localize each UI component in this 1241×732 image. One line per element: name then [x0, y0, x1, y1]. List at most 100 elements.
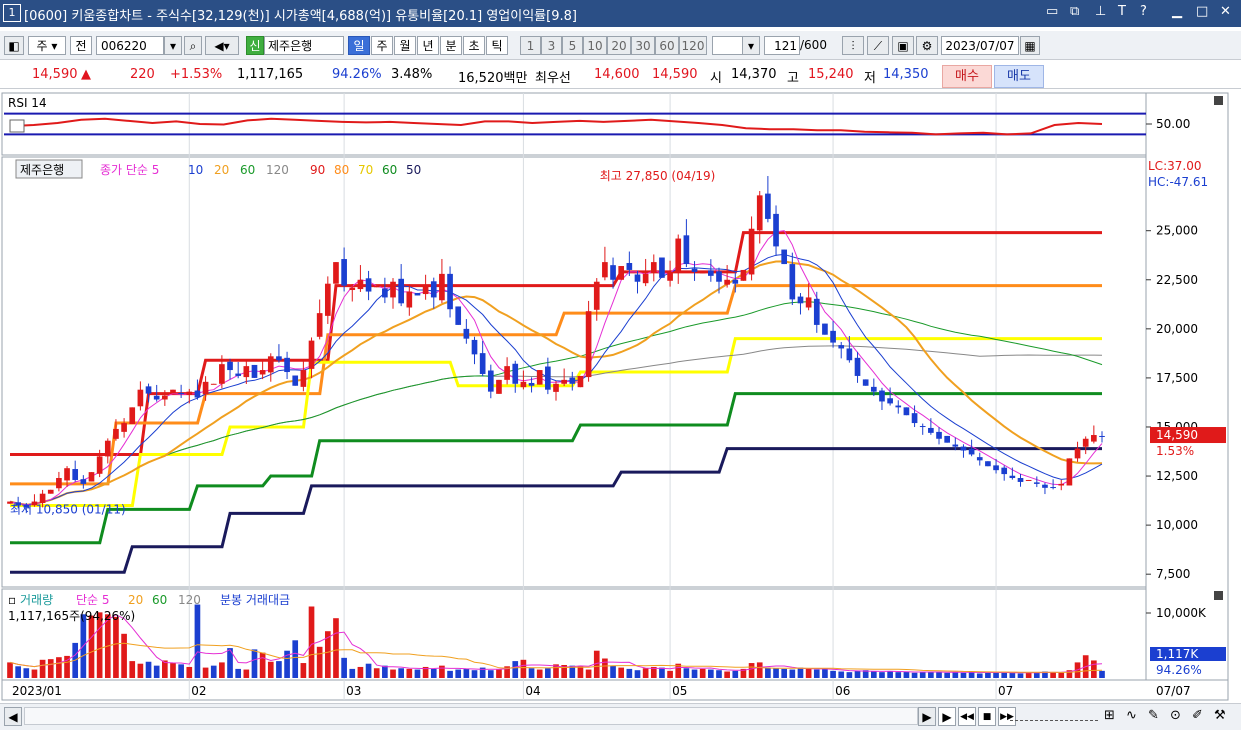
candle-body — [333, 262, 339, 284]
volume-bar — [610, 665, 616, 678]
layout-icon[interactable]: ◧ — [4, 36, 24, 55]
volume-bar — [985, 672, 991, 678]
interval-button-7[interactable]: 120 — [679, 36, 707, 55]
stock-chart[interactable]: 2023/01 02 03 04 05 06 07 07/07 50.00 RSI 14 25,00… — [0, 90, 1241, 702]
buy-button[interactable]: 매수 — [942, 65, 992, 88]
period-tab-4[interactable]: 분 — [440, 36, 462, 55]
date-input[interactable]: 2023/07/07 — [941, 36, 1019, 55]
volume-ratio: 94.26% — [332, 67, 382, 82]
nav-play-button[interactable]: ▶ — [938, 707, 956, 726]
candle-body — [789, 264, 796, 300]
search-icon[interactable]: ⌕ — [184, 36, 202, 55]
period-tab-2[interactable]: 월 — [394, 36, 416, 55]
horizontal-scrollbar[interactable] — [24, 707, 918, 725]
bottom-bar: ◀ ▶ ▶ ◀◀ ■ ▶▶ ⊞ ∿ ✎ ⊙ ✐ ⚒ — [0, 703, 1241, 730]
candle-body — [463, 328, 470, 339]
count-input[interactable]: 121 — [764, 36, 800, 55]
restore-icon[interactable]: ▭ — [1046, 4, 1058, 19]
magnet-icon[interactable]: ⊙ — [1170, 708, 1181, 723]
volume-bar — [626, 668, 633, 678]
chart-area[interactable]: 2023/01 02 03 04 05 06 07 07/07 50.00 RSI 14 25,00… — [0, 90, 1241, 705]
copy-icon[interactable]: ⧉ — [1070, 4, 1079, 19]
nav-stop-button[interactable]: ■ — [978, 707, 996, 726]
volume-bar — [993, 672, 999, 678]
candle-body — [47, 489, 54, 494]
candle-body — [406, 291, 413, 308]
scroll-right-button[interactable]: ▶ — [918, 707, 936, 726]
x-tick-label: 03 — [346, 684, 361, 698]
candle-body — [813, 298, 820, 325]
maximize-icon[interactable]: □ — [1196, 4, 1208, 19]
line-tool-icon[interactable]: ⟋ — [867, 36, 889, 55]
close-icon[interactable]: ✕ — [1220, 4, 1231, 19]
candle-settings-icon[interactable]: ⫶ — [842, 36, 864, 55]
zoom-slider[interactable] — [1010, 710, 1098, 721]
panel-close-icon — [1214, 591, 1223, 600]
volume-bar — [1091, 660, 1097, 678]
calendar-icon[interactable]: ▦ — [1020, 36, 1040, 55]
change-amount: 220 — [130, 67, 155, 82]
window-title-bar: 1 [0600] 키움종합차트 - 주식수[32,129(천)] 시가총액[4,… — [0, 0, 1241, 27]
candle-body — [805, 297, 812, 308]
sell-button[interactable]: 매도 — [994, 65, 1044, 88]
candle-body — [104, 440, 111, 457]
chart-table-icon[interactable]: ⊞ — [1104, 708, 1115, 723]
interval-button-6[interactable]: 60 — [655, 36, 679, 55]
save-icon[interactable]: ▣ — [892, 36, 914, 55]
candle-body — [113, 428, 119, 439]
candle-body — [1033, 482, 1040, 484]
edit-icon[interactable]: ✐ — [1192, 708, 1203, 723]
prev-button[interactable]: 전 — [70, 36, 92, 55]
candle-body — [1009, 475, 1016, 479]
candle-body — [1058, 483, 1065, 486]
interval-dropdown-icon[interactable]: ▾ — [742, 36, 760, 55]
current-volume-label: 1,117K — [1156, 647, 1199, 661]
candle-body — [1025, 479, 1032, 481]
period-tab-1[interactable]: 주 — [371, 36, 393, 55]
period-tab-6[interactable]: 틱 — [486, 36, 508, 55]
volume-bar — [15, 666, 21, 678]
stock-code-input[interactable]: 006220 — [96, 36, 164, 55]
indicator-icon[interactable]: ∿ — [1126, 708, 1137, 723]
help-icon[interactable]: ? — [1140, 4, 1147, 19]
candle-body — [186, 391, 193, 395]
volume-bar — [463, 668, 470, 678]
code-dropdown-icon[interactable]: ▾ — [164, 36, 182, 55]
candle-body — [838, 345, 845, 349]
scroll-left-button[interactable]: ◀ — [4, 707, 22, 726]
period-tab-5[interactable]: 초 — [463, 36, 485, 55]
drawing-icon[interactable]: ✎ — [1148, 708, 1159, 723]
interval-button-1[interactable]: 3 — [541, 36, 562, 55]
legend-ma-60: 60 — [240, 163, 255, 177]
candle-body — [610, 265, 616, 280]
nav-first-button[interactable]: ◀◀ — [958, 707, 976, 726]
x-tick-label: 02 — [191, 684, 206, 698]
price-tick-label: 12,500 — [1156, 469, 1198, 483]
interval-button-2[interactable]: 5 — [562, 36, 583, 55]
volume-bar — [23, 668, 30, 678]
candle-body — [976, 457, 983, 461]
volume-bar — [382, 665, 388, 678]
volume-bar — [365, 663, 372, 678]
volume-bar — [194, 604, 201, 678]
volume-bar — [952, 672, 959, 678]
pin-icon[interactable]: ⊥ — [1095, 4, 1106, 19]
volume-bar — [585, 669, 592, 678]
font-icon[interactable]: T — [1118, 4, 1126, 19]
tools-icon[interactable]: ⚒ — [1214, 708, 1226, 723]
volume-bar — [773, 668, 779, 678]
period-tab-0[interactable]: 일 — [348, 36, 370, 55]
stock-name-field[interactable]: 제주은행 — [264, 36, 344, 55]
interval-button-5[interactable]: 30 — [631, 36, 655, 55]
speaker-icon[interactable]: ◀▾ — [205, 36, 239, 55]
interval-button-3[interactable]: 10 — [583, 36, 607, 55]
trade-amount: 16,520백만 — [458, 71, 528, 86]
market-select[interactable]: 주 ▾ — [28, 36, 66, 55]
interval-button-0[interactable]: 1 — [520, 36, 541, 55]
interval-button-4[interactable]: 20 — [607, 36, 631, 55]
period-tab-3[interactable]: 년 — [417, 36, 439, 55]
low-price: 14,350 — [883, 67, 929, 82]
gear-icon[interactable]: ⚙ — [916, 36, 938, 55]
minimize-icon[interactable]: ▁ — [1172, 4, 1182, 19]
candle-body — [1091, 435, 1097, 442]
